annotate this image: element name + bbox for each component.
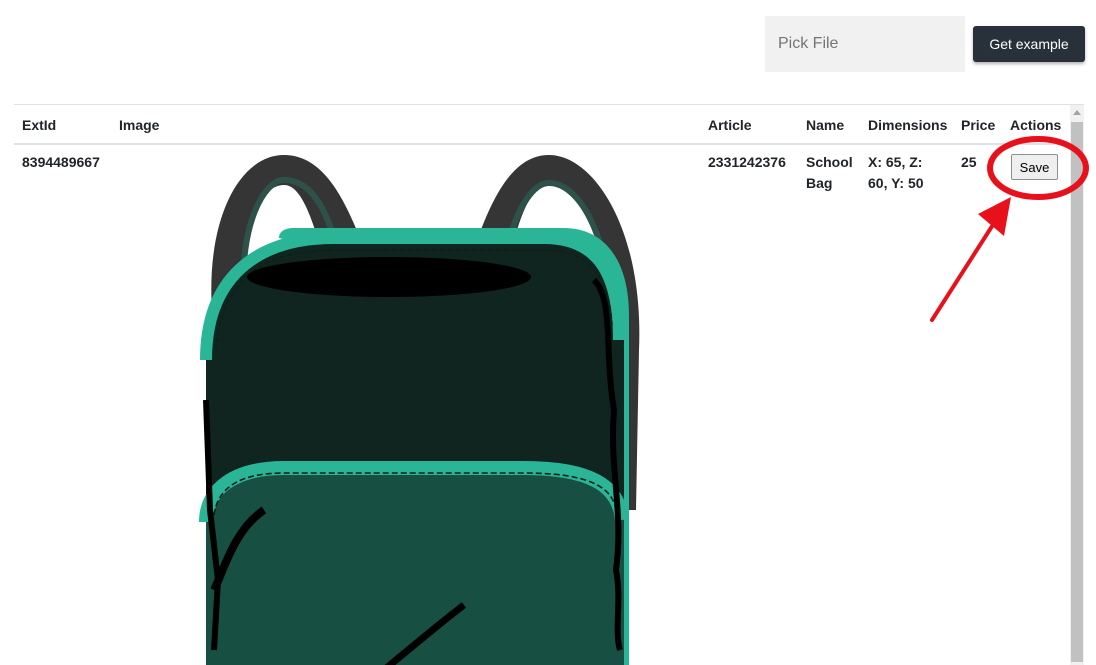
header-divider [14,143,1070,145]
column-header-name: Name [806,117,845,133]
cell-dimensions-line2: 60, Y: 50 [868,175,924,191]
vertical-scrollbar[interactable] [1070,105,1084,665]
cell-dimensions-line1: X: 65, Z: [868,154,923,170]
column-header-actions: Actions [1010,117,1062,133]
scroll-up-arrow-icon[interactable] [1073,110,1081,115]
cell-price: 25 [961,154,977,170]
column-header-image: Image [119,117,160,133]
file-picker-placeholder: Pick File [778,35,839,52]
column-header-extid: ExtId [22,117,57,133]
save-button[interactable]: Save [1011,154,1058,180]
column-header-article: Article [708,117,752,133]
school-bag-image [199,155,640,665]
column-header-price: Price [961,117,996,133]
cell-name: School Bag [806,152,853,194]
scroll-thumb[interactable] [1071,122,1083,662]
cell-article: 2331242376 [708,154,786,170]
cell-extid: 8394489667 [22,154,100,170]
cell-name-line1: School [806,154,853,170]
cell-name-line2: Bag [806,175,833,191]
file-picker[interactable]: Pick File [765,16,965,72]
products-table: ExtId Image Article Name Dimensions Pric… [14,104,1084,665]
cell-dimensions: X: 65, Z: 60, Y: 50 [868,152,924,194]
column-header-dimensions: Dimensions [868,117,948,133]
get-example-button[interactable]: Get example [973,26,1085,62]
